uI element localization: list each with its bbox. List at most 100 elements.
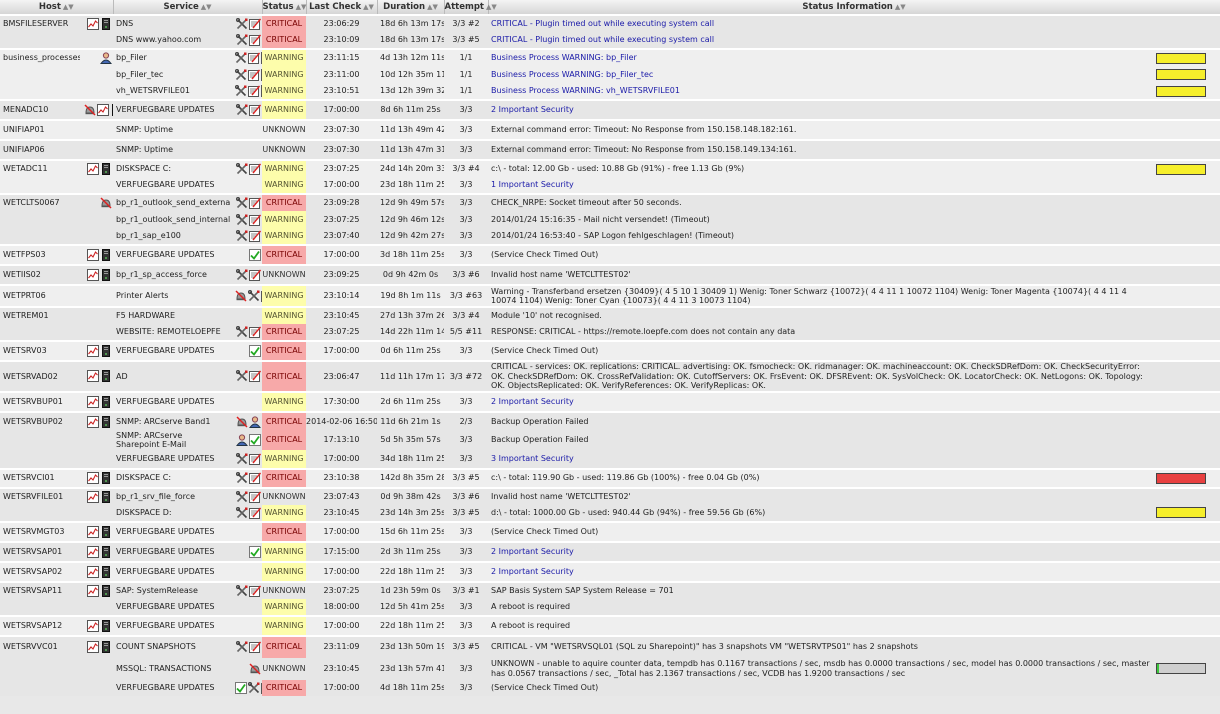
sort-arrows-icon[interactable]: ▲▼ [63,3,74,11]
notes-icon[interactable] [249,453,262,465]
service-name[interactable]: bp_Filer [113,48,232,66]
host-name[interactable]: WETSRV03 [0,340,80,361]
service-name[interactable]: VERFUEGBARE UPDATES [113,99,232,120]
perfdata-bar[interactable] [1156,507,1207,518]
perfdata-bar[interactable] [1156,52,1207,64]
perfdata-bar[interactable] [1156,163,1207,175]
server-icon[interactable] [100,565,112,578]
service-name[interactable]: bp_r1_sp_access_force [113,264,232,285]
sort-arrows-icon[interactable]: ▲▼ [363,3,374,11]
service-name[interactable]: VERFUEGBARE UPDATES [113,598,232,616]
notes-icon[interactable] [249,269,262,281]
graph-icon[interactable] [87,18,100,30]
notes-icon[interactable] [248,69,261,81]
notes-icon[interactable] [249,507,262,519]
host-name[interactable]: WETSRVBUP01 [0,390,80,412]
service-name[interactable]: SAP: SystemRelease [113,580,232,599]
graph-icon[interactable] [87,490,100,503]
perfdata-bar[interactable] [1156,69,1207,80]
service-name[interactable]: VERFUEGBARE UPDATES [113,244,232,265]
col-header-attempt[interactable]: Attempt ▲▼ [444,0,497,16]
graph-icon[interactable] [87,395,100,408]
service-name[interactable]: vh_WETSRVFILE01 [113,83,232,100]
server-icon[interactable] [100,370,112,383]
col-header-last-check[interactable]: Last Check ▲▼ [306,0,378,16]
graph-icon[interactable] [87,545,100,558]
host-name[interactable]: WETSRVMGT03 [0,520,80,542]
acknowledged-icon[interactable] [249,249,262,261]
tools-icon[interactable] [235,213,248,226]
host-name[interactable]: WETSRVAD02 [0,360,80,392]
service-name[interactable]: VERFUEGBARE UPDATES [113,177,232,194]
status-information[interactable]: 2 Important Security [488,560,1157,582]
tools-icon[interactable] [235,33,248,46]
tools-icon[interactable] [235,17,248,30]
service-name[interactable]: DNS [113,14,232,32]
graph-icon[interactable] [87,619,100,632]
tools-icon[interactable] [247,681,260,694]
notes-icon[interactable] [248,85,261,97]
graph-icon[interactable] [87,249,100,261]
graph-icon[interactable] [87,641,100,653]
status-information[interactable]: 3 Important Security [488,449,1157,469]
notes-icon[interactable] [249,370,262,383]
host-name[interactable]: WETSRVSAP02 [0,560,80,582]
service-name[interactable]: SNMP: ARCserve Sharepoint E-Mail [113,430,232,450]
service-name[interactable]: COUNT SNAPSHOTS [113,634,232,658]
tools-icon[interactable] [234,84,247,97]
tools-icon[interactable] [235,229,248,242]
service-name[interactable]: DNS www.yahoo.com [113,32,232,49]
tools-icon[interactable] [235,506,248,519]
notes-icon[interactable] [249,230,262,242]
status-information[interactable]: Business Process WARNING: bp_Filer_tec [488,66,1157,83]
service-name[interactable]: bp_r1_sap_e100 [113,228,232,245]
tools-icon[interactable] [235,325,248,338]
graph-icon[interactable] [261,52,263,64]
host-name[interactable]: UNIFIAP01 [0,119,80,140]
service-name[interactable]: VERFUEGBARE UPDATES [113,449,232,469]
service-name[interactable]: bp_Filer_tec [113,66,232,83]
sort-arrows-icon[interactable]: ▲▼ [486,3,497,11]
host-name[interactable]: WETSRVSAP11 [0,580,80,599]
service-name[interactable]: bp_r1_outlook_send_external [113,193,232,211]
server-icon[interactable] [100,269,112,281]
person-icon[interactable] [236,434,248,446]
service-name[interactable]: VERFUEGBARE UPDATES [113,540,232,562]
notes-icon[interactable] [249,472,262,484]
col-header-status-information[interactable]: Status Information ▲▼ [488,0,1220,16]
host-name[interactable]: business_processes_detail [0,48,80,66]
perfdata-bar[interactable] [1156,85,1207,97]
graph-icon[interactable] [87,370,100,383]
host-name[interactable]: BMSFILESERVER [0,14,80,32]
service-name[interactable]: VERFUEGBARE UPDATES [113,560,232,582]
status-information[interactable]: 2 Important Security [488,390,1157,412]
host-name[interactable]: WETCLTS0067 [0,193,80,211]
perfdata-bar[interactable] [1156,472,1207,484]
sort-arrows-icon[interactable]: ▲▼ [201,3,212,11]
notes-icon[interactable] [248,52,261,64]
tools-icon[interactable] [235,640,248,653]
status-information[interactable]: CRITICAL - Plugin timed out while execut… [488,32,1157,49]
server-icon[interactable] [100,415,112,428]
col-header-host[interactable]: Host ▲▼ [0,0,114,16]
tools-icon[interactable] [235,162,248,175]
service-name[interactable]: SNMP: Uptime [113,139,232,160]
host-name[interactable]: WETSRVCI01 [0,467,80,488]
graph-icon[interactable] [87,269,100,281]
tools-icon[interactable] [235,490,248,503]
host-name[interactable]: WETSRVSAP01 [0,540,80,562]
notes-icon[interactable] [249,214,262,226]
tools-icon[interactable] [235,471,248,484]
service-name[interactable]: VERFUEGBARE UPDATES [113,340,232,361]
tools-icon[interactable] [235,268,248,281]
notifications-disabled-icon[interactable] [235,290,247,302]
graph-icon[interactable] [87,415,100,428]
host-name[interactable]: WETSRVBUP02 [0,410,80,431]
host-name[interactable]: MENADC10 [0,99,80,120]
service-name[interactable]: SNMP: ARCserve Band1 [113,410,232,431]
tools-icon[interactable] [235,196,248,209]
perfdata-bar[interactable] [1156,663,1207,674]
sort-arrows-icon[interactable]: ▲▼ [427,3,438,11]
col-header-service[interactable]: Service ▲▼ [113,0,263,16]
host-name[interactable]: WETADC11 [0,159,80,177]
